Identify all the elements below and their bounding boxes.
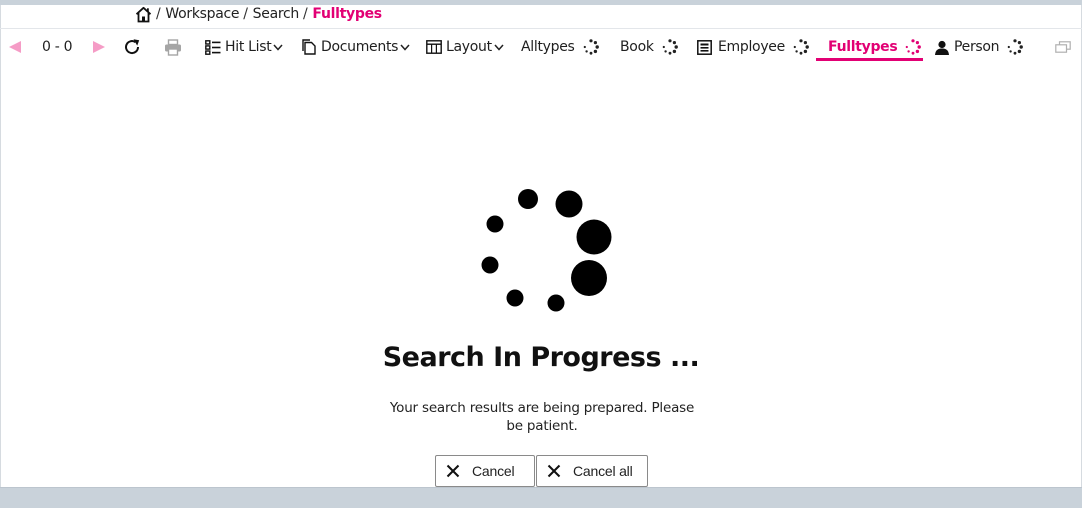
close-icon [547,464,561,478]
tab-label: Fulltypes [828,39,898,55]
restore-window-button[interactable] [1055,32,1071,62]
cancel-all-label: Cancel all [573,463,633,479]
next-page-button[interactable] [92,32,106,62]
hitlist-menu[interactable]: Hit List [205,32,283,62]
contact-card-icon [697,39,712,55]
tab-label: Employee [718,39,785,55]
tab-label: Alltypes [521,39,575,55]
loading-spinner-icon [662,39,678,55]
triangle-right-icon [93,41,105,53]
print-button[interactable] [164,32,182,62]
close-icon [446,464,460,478]
triangle-left-icon [9,41,21,53]
previous-page-button[interactable] [8,32,22,62]
cancel-button[interactable]: Cancel [435,455,535,487]
progress-message: Your search results are being prepared. … [389,400,695,434]
print-icon [165,38,181,56]
documents-icon [302,39,316,55]
bottom-frame-bar [0,487,1082,508]
loading-spinner-icon [583,39,599,55]
documents-label: Documents [321,39,399,55]
tab-label: Book [620,39,654,55]
person-icon [935,40,949,55]
breadcrumb-search[interactable]: Search [253,6,300,22]
chevron-down-icon [494,44,504,51]
chevron-down-icon [400,44,410,51]
loading-spinner-icon [793,39,809,55]
large-loading-spinner-icon [481,189,612,312]
tab-label: Person [954,39,1000,55]
page-range: 0 - 0 [42,39,73,55]
restore-window-icon [1055,41,1071,53]
breadcrumb-divider [0,28,1082,29]
home-icon[interactable] [135,6,152,23]
chevron-down-icon [273,44,283,51]
refresh-button[interactable] [123,32,141,62]
layout-label: Layout [446,39,492,55]
tab-person[interactable]: Person [934,32,1024,62]
layout-menu[interactable]: Layout [426,32,504,62]
tab-book[interactable]: Book [620,32,678,62]
table-layout-icon [426,40,442,54]
breadcrumb: / Workspace / Search / Fulltypes [135,5,382,23]
cancel-all-button[interactable]: Cancel all [536,455,648,487]
breadcrumb-separator: / [156,6,161,22]
breadcrumb-workspace[interactable]: Workspace [165,6,239,22]
progress-title: Search In Progress ... [382,342,700,373]
tab-employee[interactable]: Employee [697,32,809,62]
breadcrumb-current: Fulltypes [312,6,382,22]
list-icon [205,39,221,55]
documents-menu[interactable]: Documents [302,32,410,62]
refresh-icon [125,39,140,55]
active-tab-indicator [816,58,923,61]
loading-spinner-icon [906,39,922,55]
breadcrumb-separator: / [302,6,308,22]
breadcrumb-separator: / [243,6,248,22]
cancel-label: Cancel [472,463,515,479]
hitlist-label: Hit List [225,39,272,55]
tab-alltypes[interactable]: Alltypes [521,32,599,62]
loading-spinner-icon [1007,39,1024,55]
